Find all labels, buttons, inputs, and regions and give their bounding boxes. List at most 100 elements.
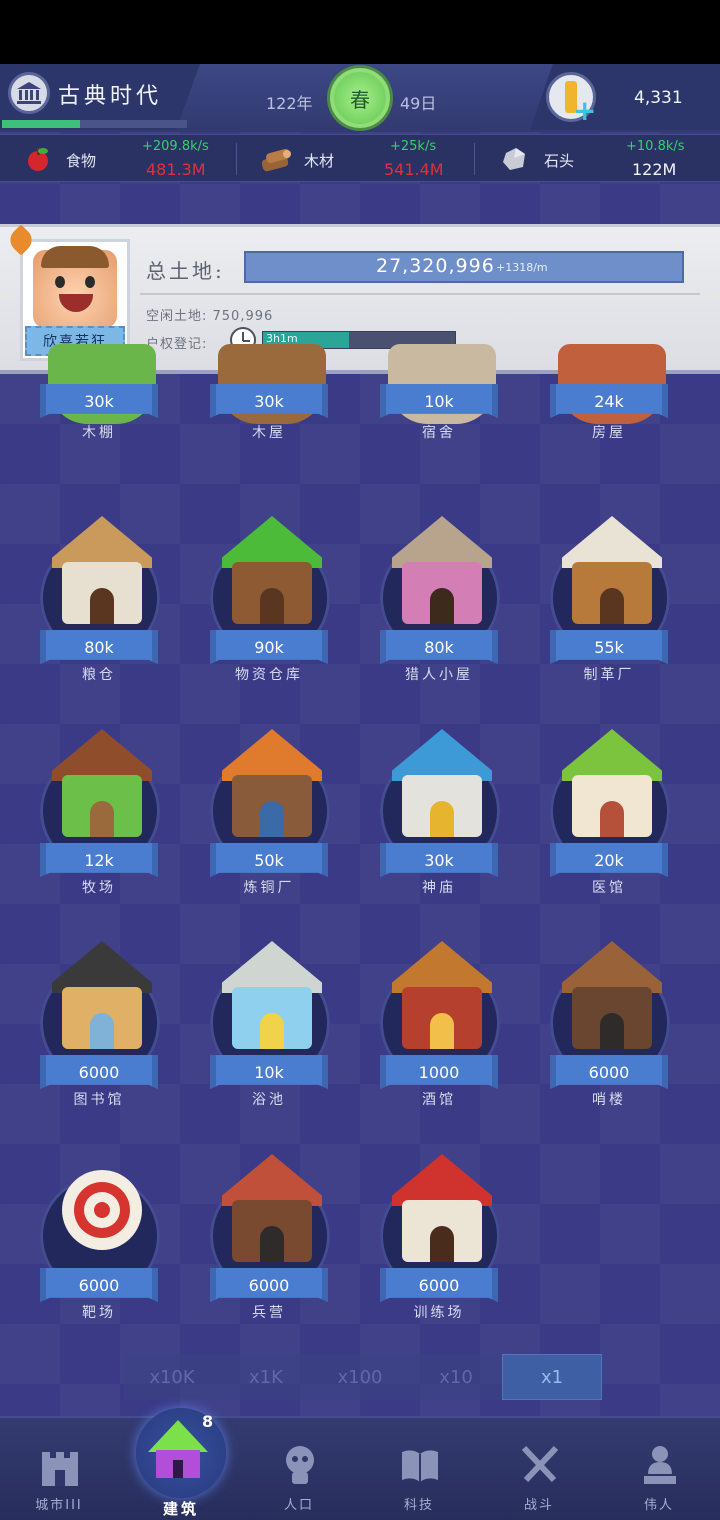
building-name: 训练场	[413, 1305, 465, 1321]
building-cost: 80k	[380, 630, 498, 664]
building-card-training-ground[interactable]: 6000 训练场	[364, 1154, 514, 1354]
building-name: 医馆	[592, 880, 626, 896]
day-label: 49日	[400, 94, 437, 113]
building-cost: 90k	[210, 630, 328, 664]
era-title: 古典时代	[58, 84, 163, 109]
building-card-tavern[interactable]: 1000 酒馆	[364, 941, 514, 1141]
building-name: 兵营	[252, 1305, 286, 1321]
building-card-bathhouse[interactable]: 10k 浴池	[194, 941, 344, 1141]
divider	[140, 293, 700, 295]
leader-avatar[interactable]: 欣喜若狂	[20, 239, 130, 361]
multiplier-x10-button[interactable]: x10	[408, 1354, 504, 1400]
building-cost: 10k	[380, 384, 498, 418]
building-card-tannery[interactable]: 55k 制革厂	[534, 516, 684, 716]
multiplier-x1k-button[interactable]: x1K	[218, 1354, 314, 1400]
resource-stone[interactable]: 石头 +10.8k/s 122M	[476, 135, 720, 183]
building-name: 图书馆	[73, 1092, 125, 1108]
target-icon	[48, 1154, 156, 1272]
building-cost: 12k	[40, 843, 158, 877]
building-name: 木屋	[252, 425, 286, 441]
granary-icon	[48, 516, 156, 634]
museum-icon[interactable]	[8, 72, 50, 114]
resource-amount: 541.4M	[384, 160, 444, 179]
era-progress-fill	[2, 120, 80, 128]
season-badge[interactable]: 春	[330, 68, 390, 128]
year-label: 122年	[266, 94, 313, 113]
leader-hair	[41, 246, 109, 268]
resource-rate: +10.8k/s	[626, 139, 685, 154]
building-cost: 6000	[40, 1268, 158, 1302]
add-gold-button[interactable]: +	[546, 72, 597, 127]
nav-city[interactable]: 城市III	[4, 1418, 114, 1520]
building-card-copper-smelter[interactable]: 50k 炼铜厂	[194, 729, 344, 929]
watchtower-icon	[558, 941, 666, 1059]
building-card-clinic[interactable]: 20k 医馆	[534, 729, 684, 929]
building-card-pasture[interactable]: 12k 牧场	[24, 729, 174, 929]
pasture-icon	[48, 729, 156, 847]
resource-rate: +25k/s	[390, 139, 437, 154]
nav-label: 科技	[403, 1498, 434, 1513]
apple-icon	[28, 148, 48, 171]
building-name: 神庙	[422, 880, 456, 896]
resource-wood[interactable]: 木材 +25k/s 541.4M	[238, 135, 474, 183]
plus-icon: +	[573, 94, 597, 127]
nav-label: 战斗	[523, 1498, 554, 1513]
multiplier-x100-button[interactable]: x100	[312, 1354, 408, 1400]
building-cost: 6000	[210, 1268, 328, 1302]
temple-icon	[388, 729, 496, 847]
building-card-watchtower[interactable]: 6000 哨楼	[534, 941, 684, 1141]
resource-amount: 122M	[632, 160, 677, 179]
nav-population[interactable]: 人口	[244, 1418, 354, 1520]
nav-label: 城市III	[35, 1498, 83, 1513]
leader-eye	[55, 276, 65, 288]
multiplier-x10k-button[interactable]: x10K	[124, 1354, 220, 1400]
nav-build[interactable]: 8	[136, 1408, 226, 1498]
registration-label: 户权登记:	[146, 337, 208, 352]
nav-label-build: 建筑	[162, 1500, 199, 1518]
nav-greats[interactable]: 伟人	[604, 1418, 714, 1520]
building-name: 猎人小屋	[405, 667, 473, 683]
building-cost: 30k	[380, 843, 498, 877]
building-card-granary[interactable]: 80k 粮仓	[24, 516, 174, 716]
building-cost: 50k	[210, 843, 328, 877]
total-land-value: 27,320,996	[376, 255, 495, 277]
crossed-swords-icon	[521, 1445, 559, 1483]
building-card-archery-range[interactable]: 6000 靶场	[24, 1154, 174, 1354]
building-cost: 20k	[550, 843, 668, 877]
building-name: 宿舍	[422, 425, 456, 441]
nav-tech[interactable]: 科技	[364, 1418, 474, 1520]
build-badge: 8	[202, 1412, 214, 1431]
building-card-temple[interactable]: 30k 神庙	[364, 729, 514, 929]
tavern-icon	[388, 941, 496, 1059]
building-cost: 1000	[380, 1055, 498, 1089]
building-cost: 6000	[550, 1055, 668, 1089]
barracks-icon	[218, 1154, 326, 1272]
era-progress-bar	[2, 120, 187, 128]
building-cost: 55k	[550, 630, 668, 664]
building-cost: 6000	[380, 1268, 498, 1302]
building-cost: 80k	[40, 630, 158, 664]
building-card-hunter-hut[interactable]: 80k 猎人小屋	[364, 516, 514, 716]
building-cost: 10k	[210, 1055, 328, 1089]
building-card-barracks[interactable]: 6000 兵营	[194, 1154, 344, 1354]
building-name: 靶场	[82, 1305, 116, 1321]
nav-label: 人口	[283, 1498, 314, 1513]
smelter-icon	[218, 729, 326, 847]
building-name: 木棚	[82, 425, 116, 441]
wood-log-icon	[261, 148, 291, 172]
building-name: 酒馆	[422, 1092, 456, 1108]
hunter-hut-icon	[388, 516, 496, 634]
multiplier-x1-button[interactable]: x1	[502, 1354, 602, 1400]
building-cost: 6000	[40, 1055, 158, 1089]
castle-icon	[42, 1452, 78, 1486]
resource-name: 木材	[304, 152, 335, 170]
building-name: 哨楼	[592, 1092, 626, 1108]
nav-battle[interactable]: 战斗	[484, 1418, 594, 1520]
top-bar: 古典时代 122年 春 49日 + 4,331	[0, 64, 720, 132]
resource-food[interactable]: 食物 +209.8k/s 481.3M	[0, 135, 236, 183]
tannery-icon	[558, 516, 666, 634]
building-cost: 30k	[210, 384, 328, 418]
building-card-warehouse[interactable]: 90k 物资仓库	[194, 516, 344, 716]
separator	[236, 143, 237, 175]
building-card-library[interactable]: 6000 图书馆	[24, 941, 174, 1141]
